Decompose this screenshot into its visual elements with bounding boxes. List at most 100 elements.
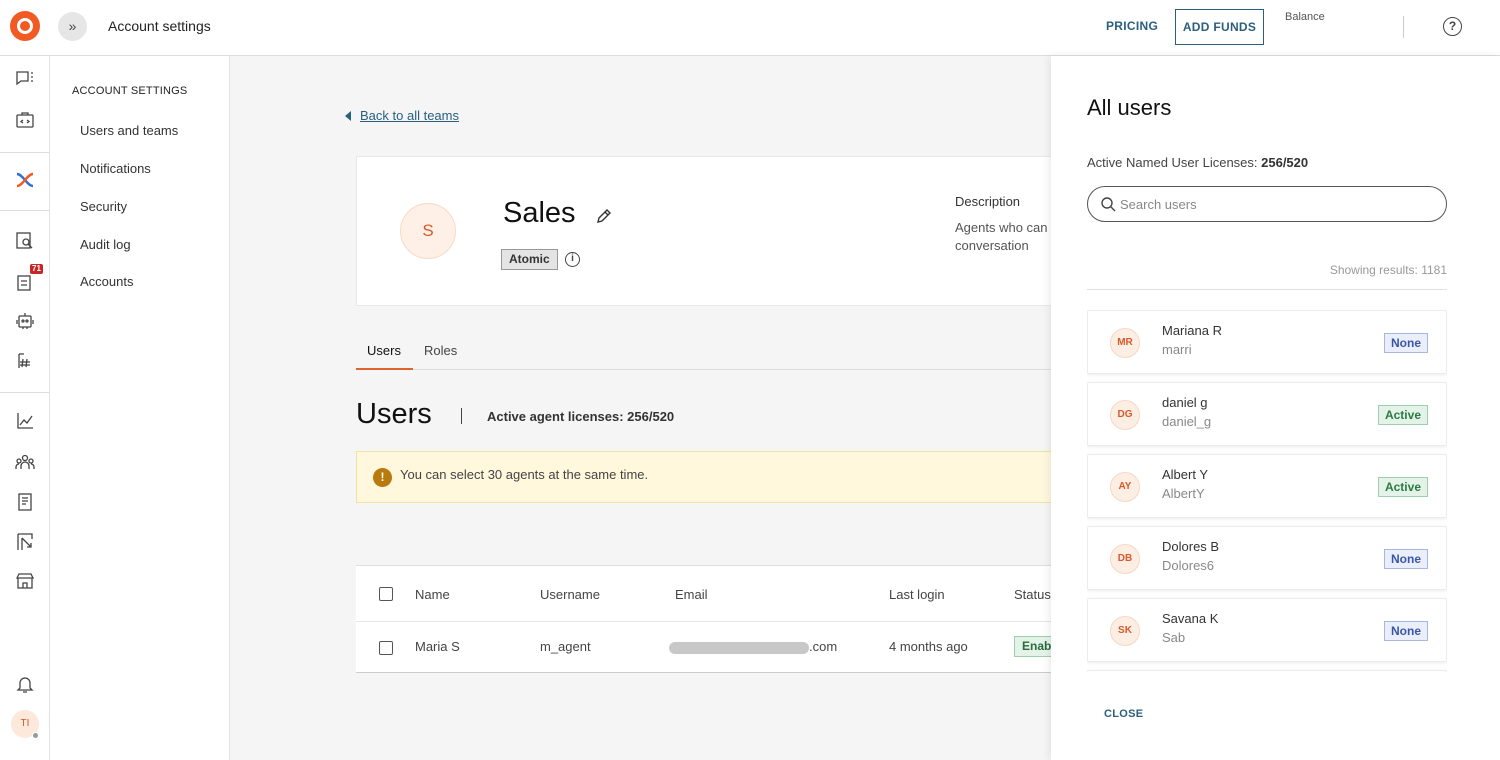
team-name: Sales: [503, 197, 576, 229]
cell-last-login: 4 months ago: [889, 639, 968, 654]
named-user-licenses: Active Named User Licenses: 256/520: [1087, 155, 1308, 170]
presence-dot: [32, 732, 39, 739]
active-tab-indicator: [356, 368, 413, 370]
cell-email-suffix: .com: [809, 639, 838, 654]
sidebar-item-security[interactable]: Security: [80, 199, 127, 214]
sidebar-item-users-and-teams[interactable]: Users and teams: [80, 123, 178, 138]
column-header-email[interactable]: Email: [675, 587, 708, 602]
app-logo-icon[interactable]: [10, 11, 40, 41]
inbox-icon[interactable]: [15, 272, 35, 292]
user-username: daniel_g: [1162, 414, 1212, 429]
cell-name: Maria S: [415, 639, 460, 654]
tab-users[interactable]: Users: [367, 343, 401, 358]
team-tabs: Users Roles: [356, 334, 1076, 370]
chat-icon[interactable]: [15, 69, 35, 89]
tab-roles[interactable]: Roles: [424, 343, 457, 358]
redacted-email: [669, 642, 809, 654]
pricing-link[interactable]: PRICING: [1106, 19, 1158, 33]
back-arrow-icon: [345, 111, 351, 121]
info-icon[interactable]: i: [565, 252, 580, 267]
team-type-badge: Atomic: [501, 249, 558, 270]
top-bar: » Account settings PRICING ADD FUNDS Bal…: [0, 0, 1500, 56]
team-avatar: S: [400, 203, 456, 259]
user-username: marri: [1162, 342, 1192, 357]
team-card: S Sales Atomic i Description Agents who …: [356, 156, 1076, 306]
column-header-status[interactable]: Status: [1014, 587, 1051, 602]
user-list: MR Mariana R marri None DG daniel g dani…: [1087, 310, 1447, 672]
select-all-checkbox[interactable]: [379, 587, 393, 601]
sidebar-item-accounts[interactable]: Accounts: [80, 274, 133, 289]
search-document-icon[interactable]: [15, 231, 35, 251]
search-box[interactable]: [1087, 186, 1447, 222]
search-users-input[interactable]: [1120, 195, 1420, 213]
all-users-drawer: All users Active Named User Licenses: 25…: [1051, 56, 1500, 760]
list-item[interactable]: AY Albert Y AlbertY Active: [1087, 454, 1447, 518]
product-logo-icon[interactable]: [15, 170, 35, 190]
list-item[interactable]: [1087, 670, 1447, 672]
agent-licenses-count: Active agent licenses: 256/520: [487, 409, 675, 424]
description-label: Description: [955, 194, 1021, 209]
avatar: DG: [1110, 400, 1140, 430]
user-username: AlbertY: [1162, 486, 1205, 501]
warning-icon: !: [373, 468, 392, 487]
list-item[interactable]: DB Dolores B Dolores6 None: [1087, 526, 1447, 590]
balance-label: Balance: [1285, 11, 1325, 23]
avatar: MR: [1110, 328, 1140, 358]
search-icon: [1101, 197, 1116, 212]
drawer-title: All users: [1087, 95, 1172, 120]
code-case-icon[interactable]: [15, 110, 35, 130]
close-button[interactable]: CLOSE: [1104, 708, 1143, 720]
routing-icon[interactable]: [15, 532, 35, 552]
settings-sidebar: ACCOUNT SETTINGS Users and teams Notific…: [50, 56, 230, 760]
list-item[interactable]: MR Mariana R marri None: [1087, 310, 1447, 374]
analytics-icon[interactable]: [15, 411, 35, 431]
bot-icon[interactable]: [15, 311, 35, 331]
user-name: Savana K: [1162, 611, 1219, 626]
users-heading: Users: [356, 398, 432, 430]
list-item[interactable]: DG daniel g daniel_g Active: [1087, 382, 1447, 446]
status-badge: None: [1384, 621, 1428, 641]
divider: [461, 408, 462, 424]
cell-username: m_agent: [540, 639, 591, 654]
column-header-username[interactable]: Username: [540, 587, 600, 602]
status-badge: None: [1384, 333, 1428, 353]
knowledge-book-icon[interactable]: [15, 492, 35, 512]
main-content: Back to all teams S Sales Atomic i Descr…: [230, 56, 1076, 760]
bell-icon[interactable]: [15, 674, 35, 694]
user-username: Sab: [1162, 630, 1186, 645]
notice-text: You can select 30 agents at the same tim…: [400, 467, 649, 482]
settings-heading: ACCOUNT SETTINGS: [72, 85, 188, 97]
team-icon[interactable]: [15, 452, 35, 472]
back-to-teams-link[interactable]: Back to all teams: [345, 108, 459, 123]
expand-sidebar-button[interactable]: »: [58, 12, 87, 41]
status-badge: Active: [1377, 405, 1428, 425]
notification-count-badge: 71: [30, 264, 43, 274]
list-item[interactable]: SK Savana K Sab None: [1087, 598, 1447, 662]
sidebar-item-notifications[interactable]: Notifications: [80, 161, 151, 176]
user-name: daniel g: [1162, 395, 1208, 410]
divider: [1087, 289, 1447, 290]
user-username: Dolores6: [1162, 558, 1215, 573]
row-checkbox[interactable]: [379, 641, 393, 655]
hashtag-icon[interactable]: [15, 351, 35, 371]
back-link-label: Back to all teams: [360, 108, 459, 123]
avatar: DB: [1110, 544, 1140, 574]
sidebar-item-audit-log[interactable]: Audit log: [80, 237, 131, 252]
divider: [1403, 16, 1404, 38]
store-icon[interactable]: [15, 571, 35, 591]
results-count: Showing results: 1181: [1329, 263, 1447, 277]
pencil-edit-icon[interactable]: [595, 207, 613, 225]
add-funds-button[interactable]: ADD FUNDS: [1175, 9, 1264, 45]
page-title: Account settings: [108, 18, 211, 34]
selection-limit-notice: ! You can select 30 agents at the same t…: [356, 451, 1076, 503]
column-header-name[interactable]: Name: [415, 587, 450, 602]
status-badge: None: [1384, 549, 1428, 569]
user-name: Mariana R: [1162, 323, 1222, 338]
user-name: Albert Y: [1162, 467, 1209, 482]
status-badge: Active: [1377, 477, 1428, 497]
avatar: AY: [1110, 472, 1140, 502]
table-header: Name Username Email Last login Status: [356, 566, 1076, 622]
help-icon[interactable]: ?: [1443, 17, 1462, 36]
licenses-value: 256/520: [1261, 155, 1309, 170]
column-header-last-login[interactable]: Last login: [889, 587, 945, 602]
